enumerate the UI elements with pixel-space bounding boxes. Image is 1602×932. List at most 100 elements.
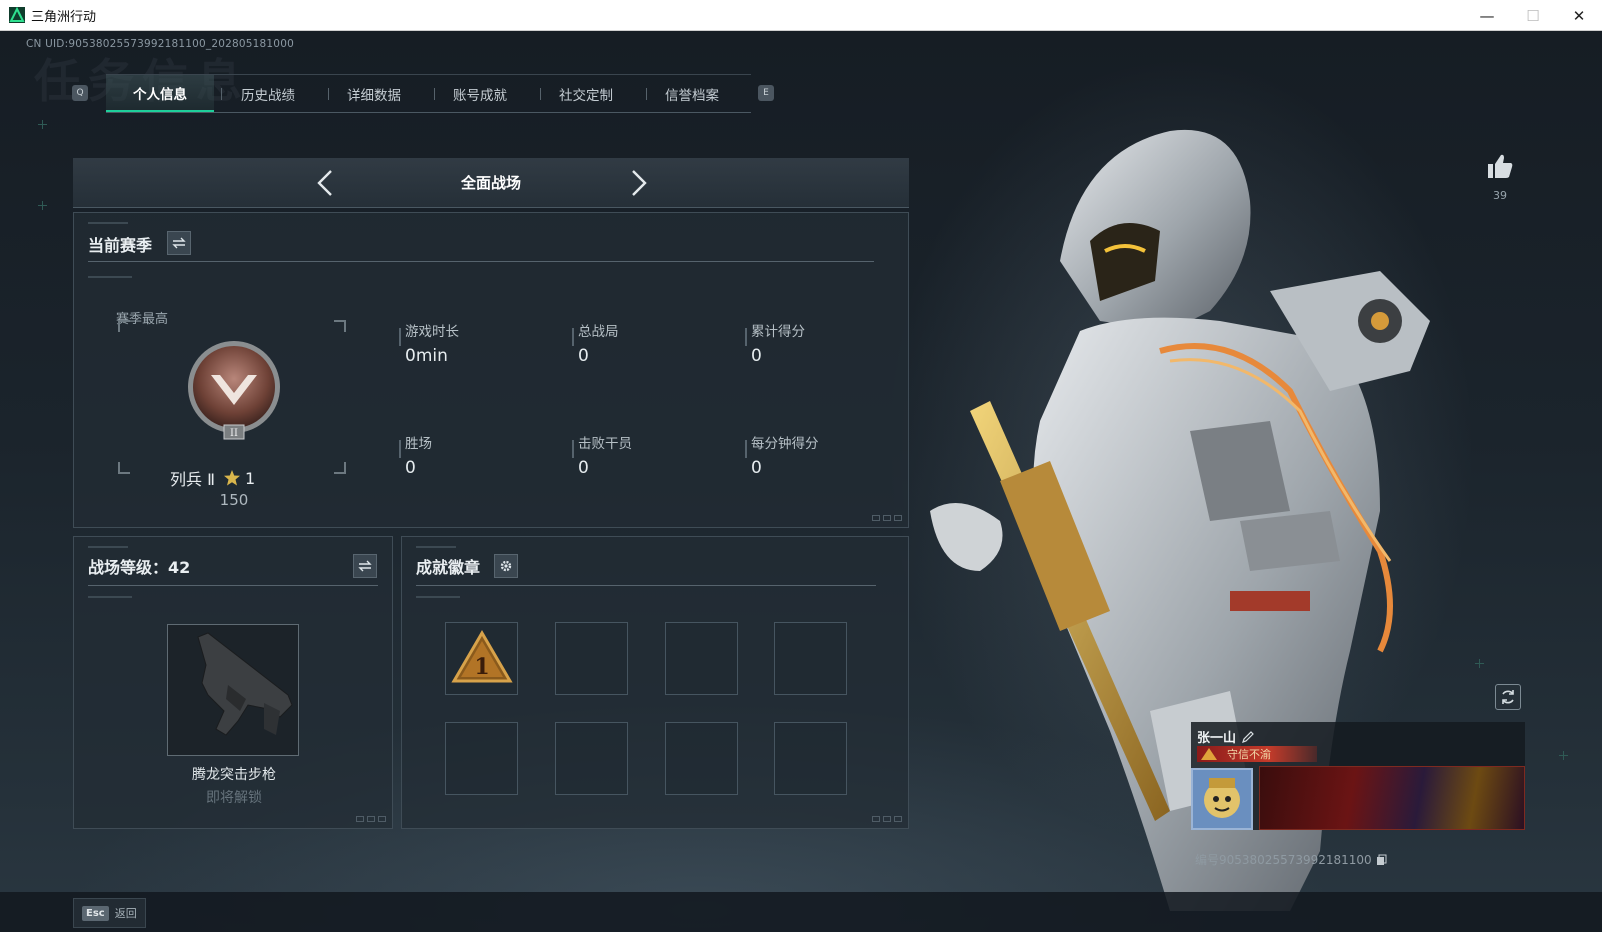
battlefield-level-panel: 战场等级：42 腾龙突击步枪 即将解锁 <box>73 536 393 829</box>
frame-corner <box>334 320 346 332</box>
stat-value-score-per-minute: 0 <box>751 458 762 478</box>
maximize-button[interactable]: ☐ <box>1510 0 1556 31</box>
player-id-row: 编号9053802557399218110​0 <box>1195 851 1387 868</box>
swap-arrows-icon <box>358 560 372 572</box>
back-button[interactable]: Esc 返回 <box>73 898 146 928</box>
badge-settings-button[interactable] <box>494 554 518 578</box>
tab-credit-record[interactable]: 信誉档案 <box>638 75 746 112</box>
panel-deco-line <box>88 222 128 224</box>
badge-number: 1 <box>474 654 489 680</box>
stat-label-total-matches: 总战局 <box>578 324 619 340</box>
minimize-button[interactable]: — <box>1464 0 1510 31</box>
weapon-reward-slot[interactable] <box>167 624 299 756</box>
rank-score: 150 <box>219 491 249 509</box>
badge-slot-empty[interactable] <box>445 722 518 795</box>
thumbs-up-icon <box>1488 154 1513 178</box>
weapon-name: 腾龙突击步枪 <box>192 767 276 783</box>
stat-divider <box>572 328 574 346</box>
stat-label-score-per-minute: 每分钟得分 <box>751 436 819 452</box>
hud-cross-icon <box>38 201 47 210</box>
panel-deco-line <box>416 546 456 548</box>
weapon-unlock-status: 即将解锁 <box>206 790 262 806</box>
tab-match-history[interactable]: 历史战绩 <box>214 75 322 112</box>
tab-prev-key[interactable]: Q <box>72 85 88 101</box>
player-avatar[interactable] <box>1191 768 1253 830</box>
badge-slot-empty[interactable] <box>774 722 847 795</box>
stat-label-total-score: 累计得分 <box>751 324 805 340</box>
stat-divider <box>572 440 574 458</box>
achievement-badge-icon: 1 <box>451 630 513 683</box>
rotate-view-button[interactable] <box>1495 684 1521 710</box>
player-name: 张一山 <box>1197 731 1237 746</box>
stat-label-playtime: 游戏时长 <box>405 324 459 340</box>
mode-next-button[interactable] <box>625 168 653 198</box>
panel-title-rule <box>416 585 876 586</box>
player-name-row: 张一山 <box>1197 727 1254 746</box>
title-emblem-icon <box>1201 748 1217 760</box>
stat-label-wins: 胜场 <box>405 436 432 452</box>
like-button[interactable]: 39 <box>1477 153 1523 202</box>
edit-pencil-icon[interactable] <box>1242 730 1254 743</box>
svg-text:II: II <box>230 428 238 439</box>
badge-slot-empty[interactable] <box>555 722 628 795</box>
rank-name-row: 列兵 Ⅱ 1 <box>170 466 300 490</box>
player-banner-image <box>1259 766 1525 830</box>
panel-corner-dots <box>356 816 386 822</box>
swap-arrows-icon <box>172 237 186 249</box>
close-button[interactable]: ✕ <box>1556 0 1602 31</box>
badge-slot-empty[interactable] <box>665 622 738 695</box>
current-season-panel: 当前赛季 赛季最高 II 列兵 Ⅱ 1 150 游戏时长 0min 总战局 0 … <box>73 212 909 528</box>
assault-rifle-icon <box>197 632 293 736</box>
refresh-icon <box>1502 690 1514 704</box>
stat-divider <box>399 440 401 458</box>
bottom-bar <box>0 892 1602 932</box>
panel-title-rule <box>88 585 378 586</box>
tab-social-customization[interactable]: 社交定制 <box>532 75 640 112</box>
uid-label: CN UID:9053802557399218110​0_20280518100… <box>26 38 294 50</box>
copy-icon[interactable] <box>1376 854 1387 866</box>
tab-account-achievements[interactable]: 账号成就 <box>426 75 534 112</box>
gear-icon <box>500 560 512 572</box>
panel-title-rule <box>88 261 874 262</box>
stat-value-total-score: 0 <box>751 346 762 366</box>
panel-corner-dots <box>872 515 902 521</box>
panel-corner-dots <box>872 816 902 822</box>
game-stage: 任务信息 CN UID:9053802557399218110​0_202805… <box>0 31 1602 932</box>
stat-value-playtime: 0min <box>405 346 448 366</box>
tab-next-key[interactable]: E <box>758 85 774 101</box>
player-id: 编号9053802557399218110​0 <box>1195 853 1372 867</box>
like-count: 39 <box>1493 189 1507 202</box>
stat-divider <box>399 328 401 346</box>
frame-corner <box>118 320 130 332</box>
stat-value-wins: 0 <box>405 458 416 478</box>
player-name-card[interactable]: 张一山 守信不渝 <box>1191 722 1525 830</box>
stat-label-kills: 击败干员 <box>578 436 632 452</box>
rank-name: 列兵 Ⅱ <box>170 470 215 489</box>
chevron-right-icon <box>632 170 647 196</box>
esc-keycap: Esc <box>82 905 109 921</box>
window-titlebar: 三角洲行动 — ☐ ✕ <box>0 0 1602 31</box>
star-icon <box>223 470 240 486</box>
badge-slot-empty[interactable] <box>665 722 738 795</box>
season-swap-button[interactable] <box>167 231 191 255</box>
achievement-badges-title: 成就徽章 <box>416 558 481 577</box>
stat-value-total-matches: 0 <box>578 346 589 366</box>
tab-personal-info[interactable]: 个人信息 <box>106 75 214 112</box>
frame-corner <box>118 462 130 474</box>
stat-value-kills: 0 <box>578 458 589 478</box>
hud-cross-icon <box>1559 751 1568 760</box>
panel-deco-line <box>416 596 460 598</box>
battlefield-level-title: 战场等级：42 <box>88 558 191 577</box>
mode-title: 全面战场 <box>460 174 521 192</box>
current-season-title: 当前赛季 <box>88 236 153 255</box>
hud-cross-icon <box>1475 659 1484 668</box>
badge-slot[interactable]: 1 <box>445 622 518 695</box>
panel-deco-line <box>88 596 132 598</box>
badge-slot-empty[interactable] <box>774 622 847 695</box>
window-title: 三角洲行动 <box>31 9 97 25</box>
level-swap-button[interactable] <box>353 554 377 578</box>
frame-corner <box>334 462 346 474</box>
stat-divider <box>745 440 747 458</box>
badge-slot-empty[interactable] <box>555 622 628 695</box>
tab-detailed-data[interactable]: 详细数据 <box>320 75 428 112</box>
